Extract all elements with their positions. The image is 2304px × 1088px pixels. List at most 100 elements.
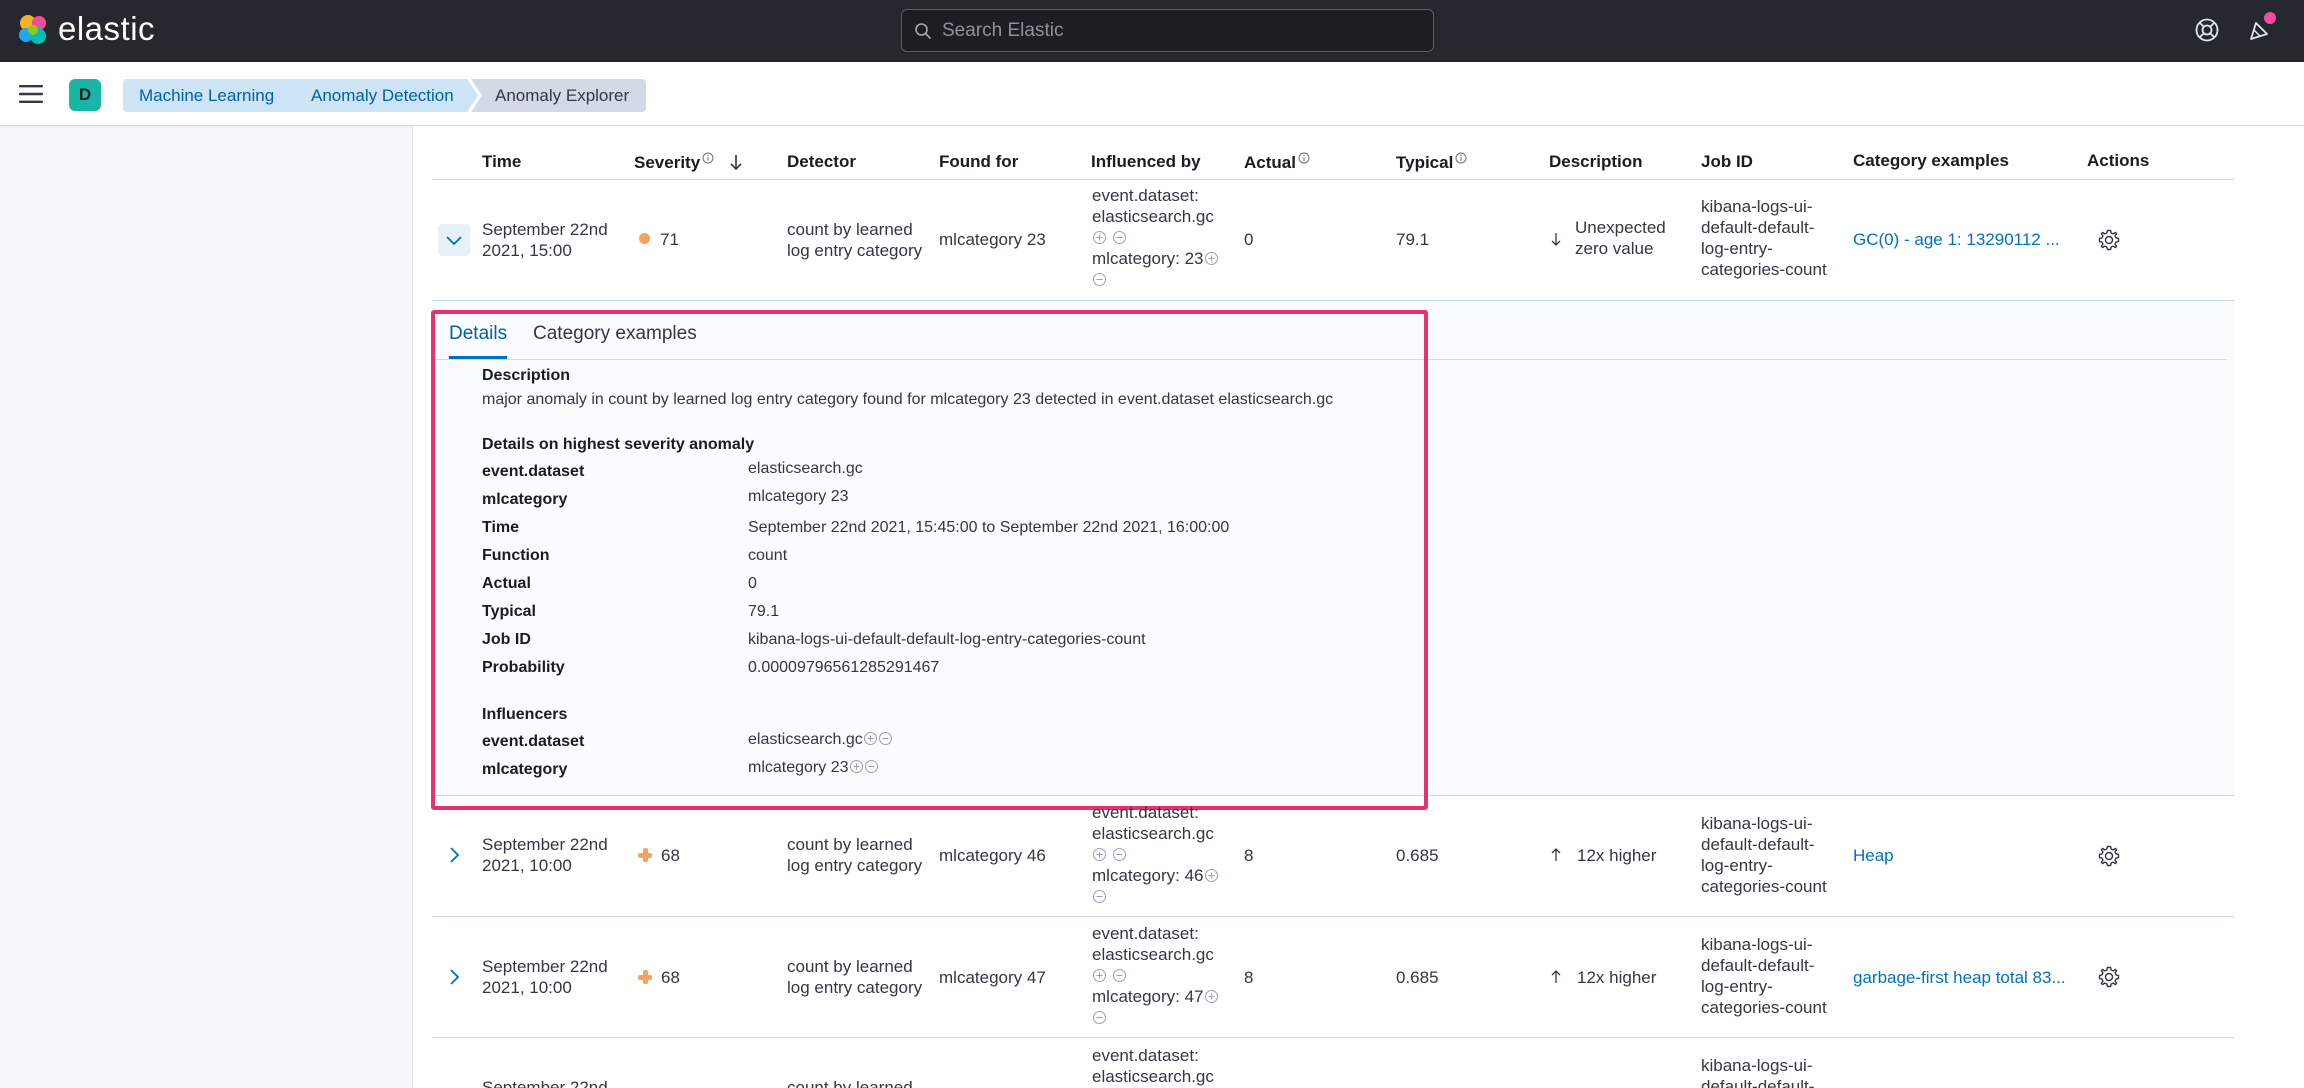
description-line: 12x higher — [1577, 968, 1657, 987]
menu-icon[interactable] — [18, 84, 44, 104]
row-description: Unexpected zero value — [1575, 217, 1666, 259]
chevron-right-icon — [450, 969, 460, 985]
row-time: September 22nd — [482, 1078, 608, 1088]
filter-out-value-icon[interactable] — [1112, 230, 1127, 245]
row-collapse-button[interactable] — [438, 224, 470, 256]
influencer-name: event.dataset: — [1092, 1046, 1199, 1065]
row-time: September 22nd 2021, 10:00 — [482, 834, 608, 876]
space-avatar[interactable]: D — [69, 79, 101, 111]
breadcrumb-machine-learning[interactable]: Machine Learning — [123, 79, 311, 112]
column-header-typical[interactable]: Typical — [1396, 152, 1467, 173]
influencer-entry: mlcategory: 46 — [1092, 865, 1219, 886]
row-time-line: September 22nd — [482, 957, 608, 976]
row-expand-button[interactable] — [438, 839, 470, 871]
row-actual: 8 — [1244, 846, 1254, 865]
influencer-value: elasticsearch.gc — [1092, 824, 1214, 843]
job-id-line: log-entry- — [1701, 977, 1773, 996]
row-detector-line: log entry category — [787, 856, 923, 875]
row-found-for: mlcategory 47 — [939, 968, 1046, 987]
severity-score: 68 — [661, 846, 680, 865]
elastic-logo-icon[interactable] — [16, 13, 50, 47]
column-header-category-examples: Category examples — [1853, 151, 2009, 170]
row-job-id: kibana-logs-ui- default-default- log-ent… — [1701, 196, 1827, 280]
row-influenced-by: event.dataset: elasticsearch.gc mlcatego… — [1092, 185, 1219, 290]
job-id-line: log-entry- — [1701, 239, 1773, 258]
filter-for-value-icon[interactable] — [1204, 868, 1219, 883]
row-detector-line: log entry category — [787, 241, 923, 260]
header-divider — [432, 179, 2234, 180]
description-line: zero value — [1575, 239, 1654, 258]
row-detector: count by learned log entry category — [787, 834, 922, 876]
highlight-annotation-box — [431, 310, 1428, 810]
filter-for-value-icon[interactable] — [1204, 989, 1219, 1004]
chevron-down-icon — [446, 236, 462, 246]
job-id-line: log-entry- — [1701, 856, 1773, 875]
search-input[interactable] — [942, 10, 1422, 51]
gear-icon[interactable] — [2097, 228, 2121, 252]
row-detector: count by learned — [787, 1078, 913, 1088]
row-influenced-by: event.dataset: elasticsearch.gc mlcatego… — [1092, 923, 1219, 1028]
filter-out-value-icon[interactable] — [1112, 968, 1127, 983]
info-icon[interactable] — [1298, 152, 1310, 164]
breadcrumb-anomaly-detection[interactable]: Anomaly Detection — [297, 79, 478, 112]
row-divider — [432, 1037, 2234, 1038]
row-detector-line: count by learned — [787, 957, 913, 976]
job-id-line: default-default- — [1701, 835, 1815, 854]
row-actual: 8 — [1244, 968, 1254, 987]
global-search[interactable] — [901, 9, 1434, 52]
influencer-value: elasticsearch.gc — [1092, 207, 1214, 226]
description-line: Unexpected — [1575, 218, 1666, 237]
search-icon — [915, 23, 931, 39]
notification-badge — [2264, 12, 2276, 24]
chevron-right-icon — [450, 847, 460, 863]
category-example-link[interactable]: GC(0) - age 1: 13290112 ... — [1853, 229, 2060, 250]
filter-buttons — [1092, 227, 1219, 248]
column-header-severity-label: Severity — [634, 153, 701, 172]
influencer-value: elasticsearch.gc — [1092, 1067, 1214, 1086]
row-time-line: 2021, 15:00 — [482, 241, 572, 260]
filter-for-value-icon[interactable] — [1092, 968, 1107, 983]
scrollbar-track[interactable] — [2296, 126, 2304, 1088]
info-icon[interactable] — [702, 152, 714, 164]
column-header-job-id[interactable]: Job ID — [1701, 152, 1753, 172]
column-header-severity[interactable]: Severity — [634, 152, 743, 173]
row-description: 12x higher — [1549, 967, 1656, 988]
filter-buttons — [1092, 844, 1219, 865]
filter-for-value-icon[interactable] — [1092, 847, 1107, 862]
row-severity: 68 — [638, 967, 680, 988]
sort-descending-icon[interactable] — [729, 154, 743, 170]
filter-out-value-icon[interactable] — [1092, 1010, 1107, 1025]
gear-icon[interactable] — [2097, 965, 2121, 989]
job-id-line: kibana-logs-ui- — [1701, 935, 1813, 954]
row-expand-button[interactable] — [438, 961, 470, 993]
filter-for-value-icon[interactable] — [1092, 230, 1107, 245]
row-detector-line: log entry category — [787, 978, 923, 997]
row-description: 12x higher — [1549, 845, 1656, 866]
row-typical: 0.685 — [1396, 846, 1439, 865]
help-icon[interactable] — [2194, 17, 2220, 43]
category-example-link[interactable]: Heap — [1853, 845, 1894, 866]
filter-out-value-icon[interactable] — [1092, 272, 1107, 287]
influencer-entry: mlcategory: 47 — [1092, 986, 1219, 1007]
breadcrumb-bar: D Machine Learning Anomaly Detection Ano… — [0, 62, 2304, 126]
info-icon[interactable] — [1455, 152, 1467, 164]
column-header-time[interactable]: Time — [482, 152, 521, 172]
filter-out-value-icon[interactable] — [1112, 847, 1127, 862]
description-line: 12x higher — [1577, 846, 1657, 865]
column-header-actual[interactable]: Actual — [1244, 152, 1310, 173]
column-header-influenced-by[interactable]: Influenced by — [1091, 152, 1201, 172]
gear-icon[interactable] — [2097, 844, 2121, 868]
column-header-description[interactable]: Description — [1549, 152, 1643, 172]
severity-score: 71 — [660, 230, 679, 249]
category-example-link[interactable]: garbage-first heap total 83... — [1853, 967, 2066, 988]
job-id-line: kibana-logs-ui- — [1701, 197, 1813, 216]
filter-out-value-icon[interactable] — [1092, 889, 1107, 904]
column-header-found-for[interactable]: Found for — [939, 152, 1018, 172]
row-found-for: mlcategory 23 — [939, 230, 1046, 249]
column-header-detector[interactable]: Detector — [787, 152, 856, 172]
filter-for-value-icon[interactable] — [1204, 251, 1219, 266]
logo-text[interactable]: elastic — [58, 10, 155, 48]
influencer-name: event.dataset: — [1092, 924, 1199, 943]
top-header: elastic — [0, 0, 2304, 62]
row-job-id: kibana-logs-ui- default-default- — [1701, 1055, 1814, 1088]
